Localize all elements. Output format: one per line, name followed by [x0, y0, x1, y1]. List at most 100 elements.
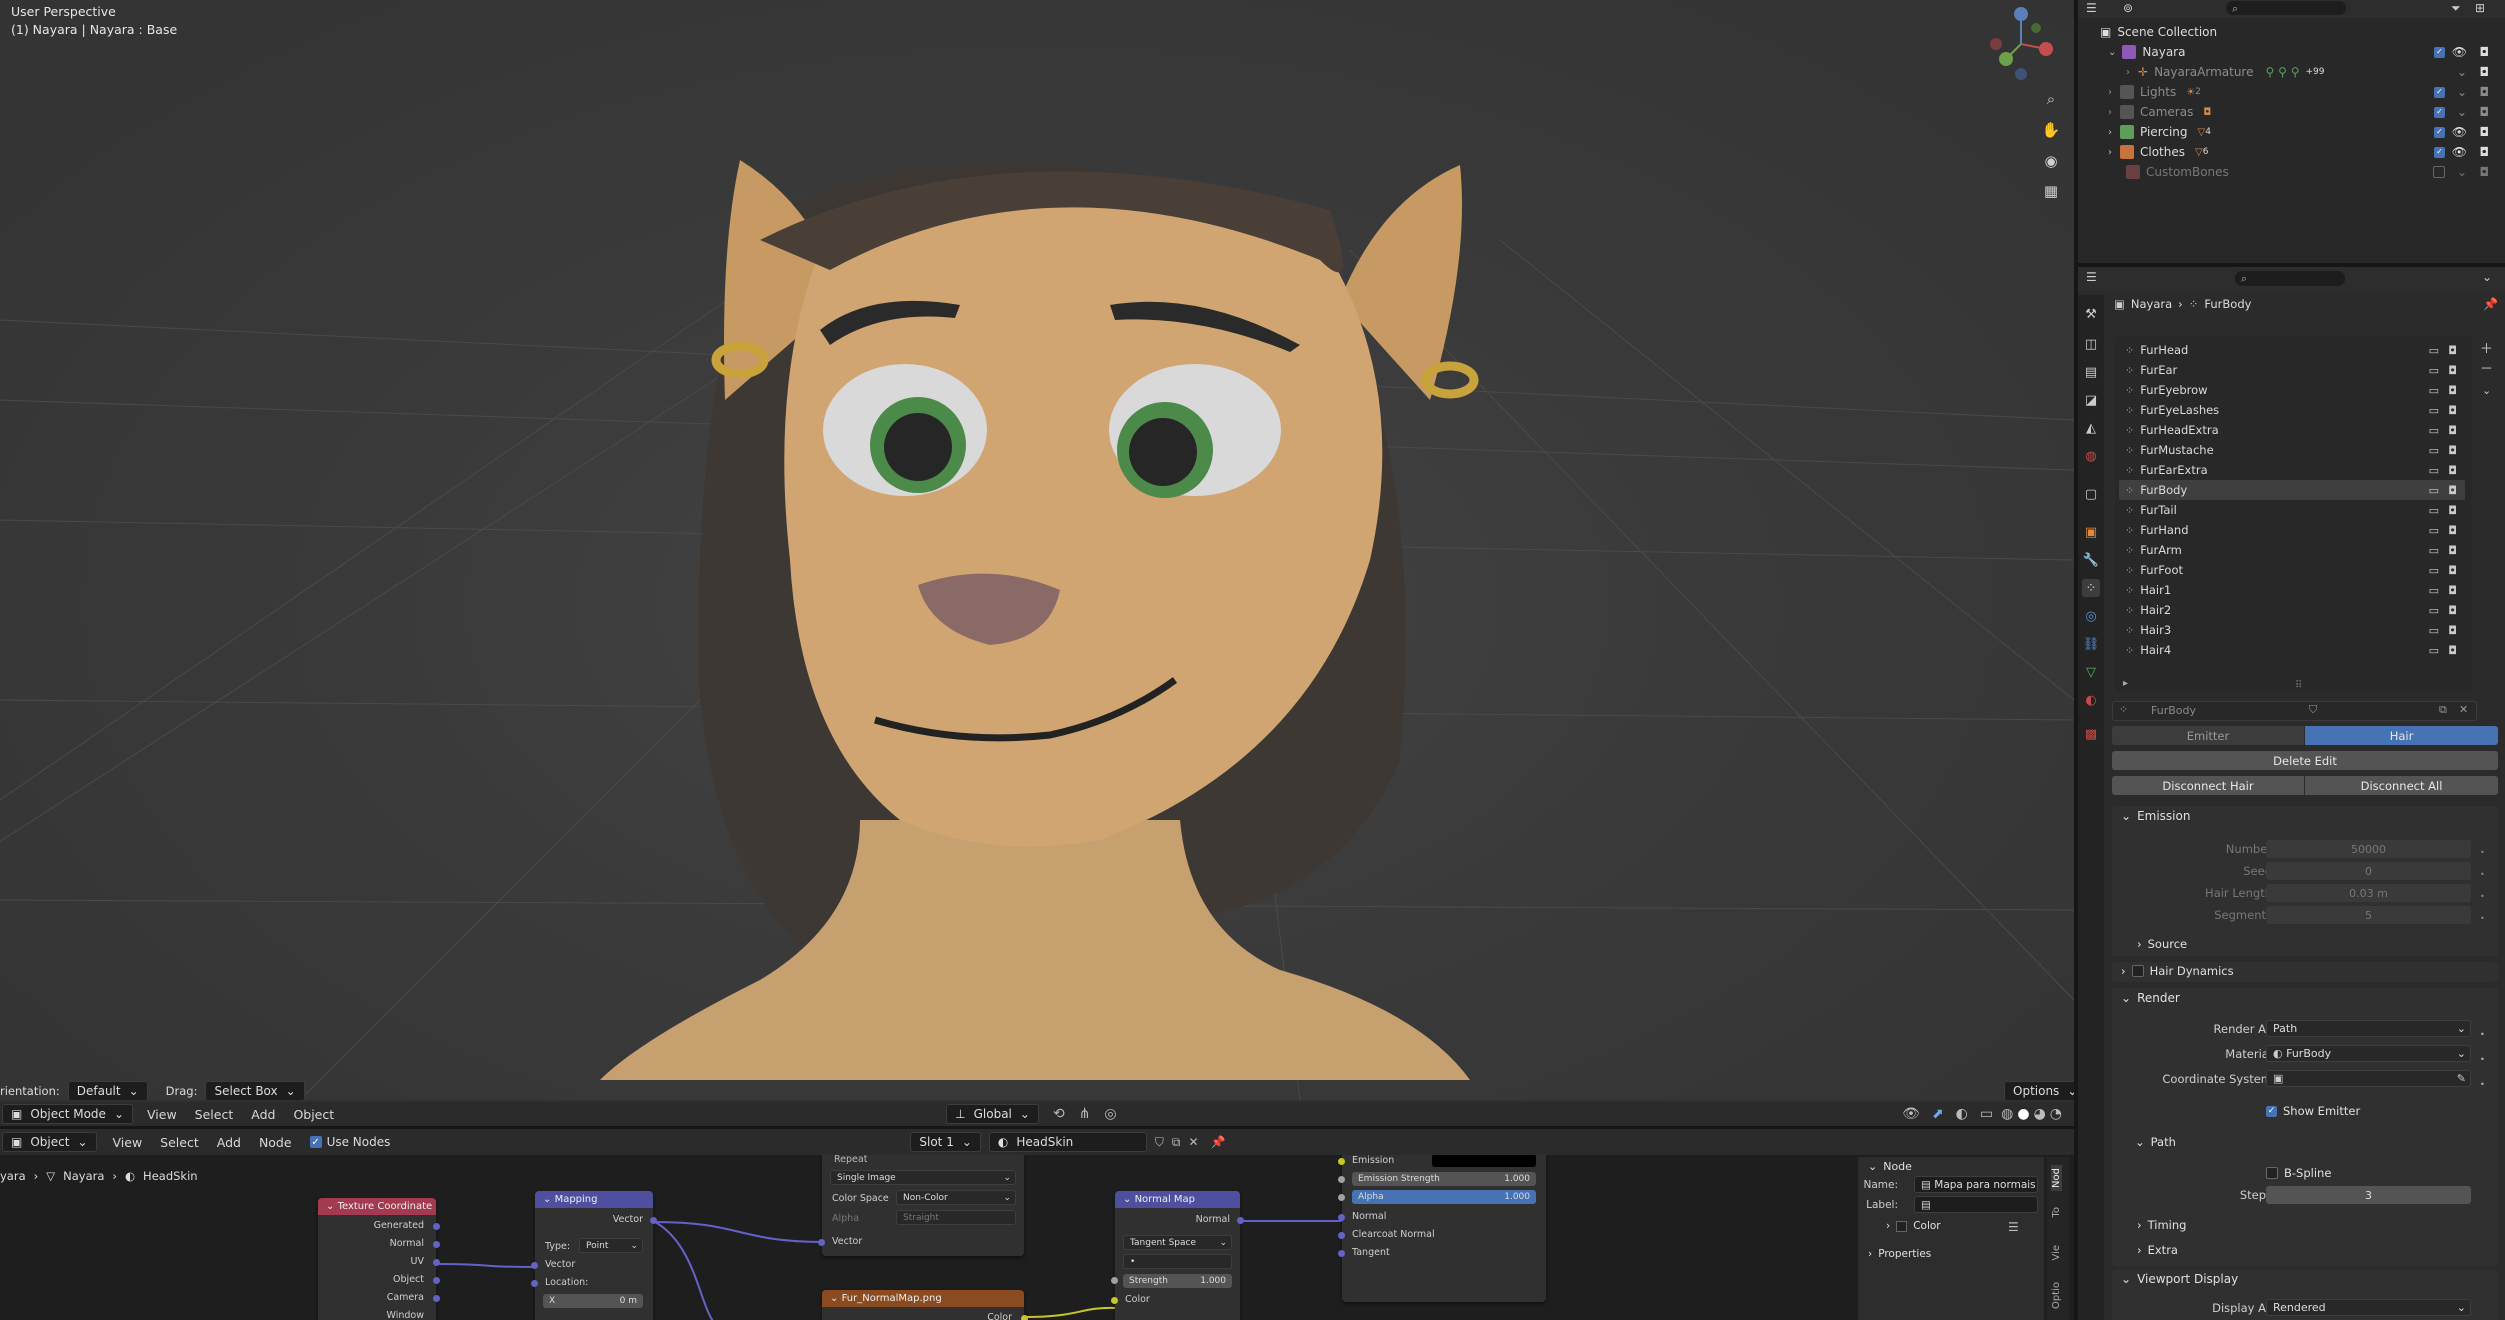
- options-dropdown[interactable]: Options ⌄: [2004, 1081, 2074, 1100]
- viewport-toggle-icon[interactable]: ▭: [2429, 624, 2439, 637]
- navigation-gizmo[interactable]: [1976, 4, 2056, 84]
- socket[interactable]: [531, 1262, 538, 1269]
- node-label-field[interactable]: ▤: [1914, 1196, 2038, 1213]
- tab-tool[interactable]: To: [2051, 1207, 2062, 1218]
- editor-type-icon[interactable]: ☰: [2086, 1, 2097, 15]
- strength-field[interactable]: Strength 1.000: [1123, 1274, 1232, 1288]
- coordinate-system-field[interactable]: ▣ ✎: [2266, 1070, 2471, 1087]
- socket[interactable]: [433, 1295, 440, 1302]
- eye-icon[interactable]: ⌄: [2457, 165, 2467, 179]
- render-toggle-icon[interactable]: ◘: [2448, 584, 2457, 597]
- checkbox-checked-icon[interactable]: ✓: [2434, 46, 2445, 58]
- remove-icon[interactable]: －: [2480, 358, 2493, 377]
- chevron-right-icon[interactable]: ›: [2108, 87, 2112, 98]
- camera-icon[interactable]: ◘: [2480, 145, 2490, 159]
- material-selector[interactable]: ◐ HeadSkin: [988, 1132, 1147, 1152]
- render-toggle-icon[interactable]: ◘: [2448, 344, 2457, 357]
- view-layer-tab-icon[interactable]: ◪: [2082, 391, 2100, 409]
- material-tab-icon[interactable]: ◐: [2082, 691, 2100, 709]
- menu-add[interactable]: Add: [251, 1107, 275, 1122]
- render-toggle-icon[interactable]: ◘: [2448, 404, 2457, 417]
- viewport-toggle-icon[interactable]: ▭: [2429, 584, 2439, 597]
- outliner-row-armature[interactable]: › ✛ NayaraArmature ⚲ ⚲ ⚲ +99 ⌄ ◘: [2078, 62, 2505, 82]
- render-toggle-icon[interactable]: ◘: [2448, 424, 2457, 437]
- viewport-toggle-icon[interactable]: ▭: [2429, 424, 2439, 437]
- tab-options[interactable]: Optio: [2051, 1282, 2062, 1309]
- particle-system-item[interactable]: ⁘ FurEar ▭ ◘: [2119, 360, 2465, 380]
- tab-view[interactable]: Vie: [2051, 1245, 2062, 1261]
- outliner-row-cameras[interactable]: › Cameras ◘ ✓ ⌄ ◘: [2078, 102, 2505, 122]
- particle-system-item[interactable]: ⁘ FurArm ▭ ◘: [2119, 540, 2465, 560]
- material-shading-icon[interactable]: ◕: [2034, 1106, 2046, 1122]
- new-collection-icon[interactable]: ⊞: [2475, 1, 2485, 15]
- color-checkbox[interactable]: [1896, 1220, 1908, 1232]
- viewport-toggle-icon[interactable]: ▭: [2429, 384, 2439, 397]
- object-tab-icon[interactable]: ▣: [2082, 523, 2100, 541]
- unlink-icon[interactable]: ✕: [1188, 1135, 1198, 1149]
- particle-system-item[interactable]: ⁘ FurHeadExtra ▭ ◘: [2119, 420, 2465, 440]
- menu-select[interactable]: Select: [195, 1107, 234, 1122]
- checkbox-checked-icon[interactable]: ✓: [2434, 126, 2445, 138]
- timing-subpanel[interactable]: › Timing: [2137, 1218, 2186, 1232]
- viewport-toggle-icon[interactable]: ▭: [2429, 444, 2439, 457]
- render-toggle-icon[interactable]: ◘: [2448, 464, 2457, 477]
- particle-system-item[interactable]: ⁘ FurEyebrow ▭ ◘: [2119, 380, 2465, 400]
- zoom-icon[interactable]: ⌕: [2038, 86, 2064, 112]
- checkbox-checked-icon[interactable]: ✓: [2434, 146, 2445, 158]
- socket[interactable]: [1338, 1250, 1345, 1257]
- node-menu-select[interactable]: Select: [160, 1135, 199, 1150]
- viewport-toggle-icon[interactable]: ▭: [2429, 544, 2439, 557]
- disconnect-all-button[interactable]: Disconnect All: [2305, 776, 2498, 795]
- chevron-down-icon[interactable]: ⌄: [2482, 384, 2491, 397]
- particle-system-item[interactable]: ⁘ FurMustache ▭ ◘: [2119, 440, 2465, 460]
- fake-user-icon[interactable]: ⛉: [2309, 703, 2317, 717]
- xray-icon[interactable]: ▭: [1980, 1106, 1993, 1122]
- checkbox-unchecked-icon[interactable]: [2433, 166, 2445, 178]
- render-toggle-icon[interactable]: ◘: [2448, 624, 2457, 637]
- fake-user-icon[interactable]: ⛉: [1155, 1135, 1164, 1150]
- editor-type-icon[interactable]: ☰: [2086, 270, 2097, 284]
- alpha-mode-dropdown[interactable]: Straight: [896, 1210, 1016, 1225]
- camera-view-icon[interactable]: ◉: [2038, 148, 2064, 174]
- eye-icon[interactable]: 👁: [2452, 125, 2467, 139]
- socket[interactable]: [1338, 1176, 1345, 1183]
- constraints-tab-icon[interactable]: ⛓: [2082, 635, 2100, 653]
- modifier-tab-icon[interactable]: 🔧: [2082, 551, 2100, 569]
- list-icon[interactable]: ☰: [2008, 1220, 2019, 1234]
- keyframe-dots[interactable]: • • •: [2480, 1022, 2485, 1097]
- render-tab-icon[interactable]: ◫: [2082, 335, 2100, 353]
- node-menu-node[interactable]: Node: [259, 1135, 292, 1150]
- viewport-toggle-icon[interactable]: ▭: [2429, 364, 2439, 377]
- viewport-toggle-icon[interactable]: ▭: [2429, 644, 2439, 657]
- keyframe-dots[interactable]: • • • •: [2480, 842, 2485, 930]
- gizmo-toggle-icon[interactable]: ⬈: [1932, 1106, 1944, 1122]
- material-dropdown[interactable]: ◐ FurBody ⌄: [2266, 1045, 2471, 1062]
- node-name-field[interactable]: ▤ Mapa para normais: [1914, 1176, 2038, 1193]
- display-as-dropdown[interactable]: Rendered ⌄: [2266, 1299, 2471, 1316]
- node-principled-bsdf[interactable]: Emission Emission Strength 1.000 Alpha 1.0…: [1338, 1152, 1546, 1302]
- socket[interactable]: [818, 1239, 825, 1246]
- steps-field[interactable]: 3: [2266, 1186, 2471, 1204]
- eye-icon[interactable]: 👁: [2452, 145, 2467, 159]
- orientation-dropdown[interactable]: Default ⌄: [67, 1081, 148, 1100]
- socket[interactable]: [1338, 1232, 1345, 1239]
- solid-shading-icon[interactable]: ●: [2017, 1106, 2029, 1122]
- viewport-toggle-icon[interactable]: ▭: [2429, 604, 2439, 617]
- outliner-search-input[interactable]: ⌕: [2226, 1, 2346, 15]
- color-space-dropdown[interactable]: Non-Color ⌄: [896, 1190, 1016, 1205]
- color-subpanel[interactable]: › Color: [1886, 1220, 1941, 1232]
- eye-icon[interactable]: ⌄: [2457, 85, 2467, 99]
- data-tab-icon[interactable]: ▽: [2082, 663, 2100, 681]
- socket[interactable]: [1338, 1214, 1345, 1221]
- render-as-dropdown[interactable]: Path ⌄: [2266, 1020, 2471, 1037]
- hair-dynamics-header[interactable]: › Hair Dynamics: [2121, 964, 2234, 978]
- camera-icon[interactable]: ◘: [2480, 45, 2490, 59]
- show-emitter-checkbox[interactable]: ✓ Show Emitter: [2266, 1104, 2360, 1118]
- particle-system-item[interactable]: ⁘ FurTail ▭ ◘: [2119, 500, 2465, 520]
- socket[interactable]: [1338, 1194, 1345, 1201]
- viewport-toggle-icon[interactable]: ▭: [2429, 484, 2439, 497]
- render-toggle-icon[interactable]: ◘: [2448, 544, 2457, 557]
- socket[interactable]: [1111, 1297, 1118, 1304]
- node-menu-view[interactable]: View: [113, 1135, 143, 1150]
- delete-edit-button[interactable]: Delete Edit: [2112, 751, 2498, 770]
